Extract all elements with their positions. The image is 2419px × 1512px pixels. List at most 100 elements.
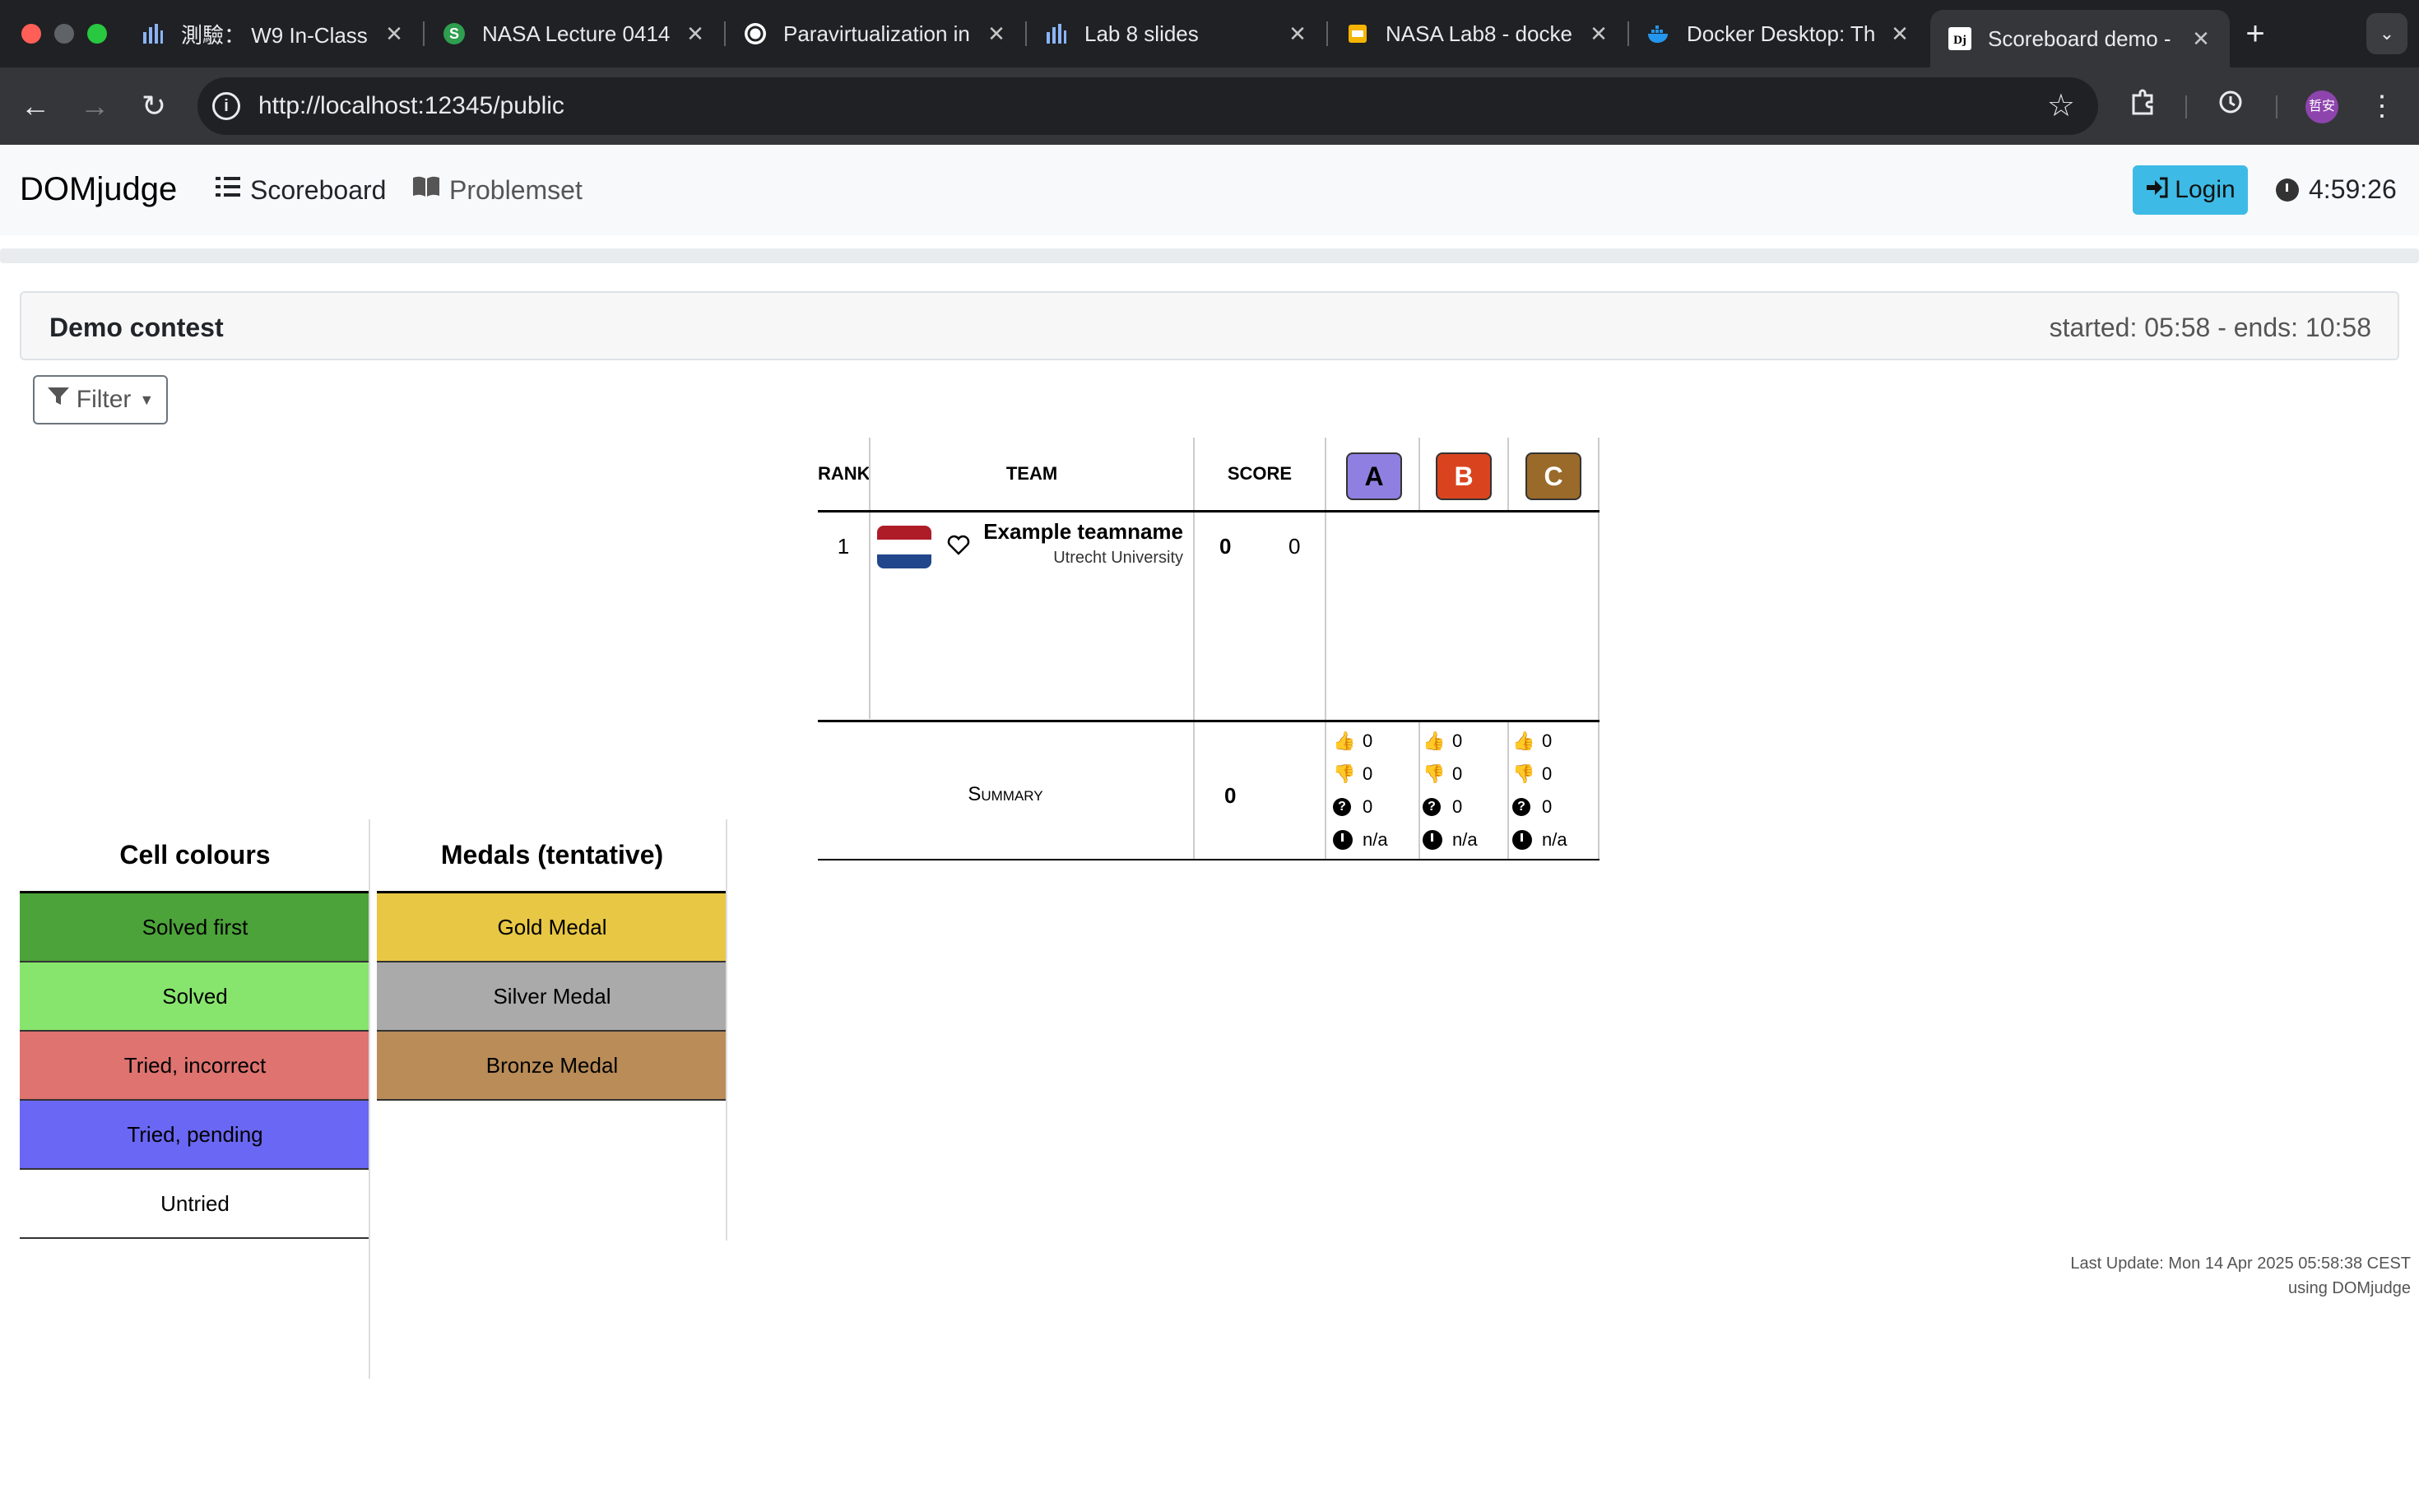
header-team: TEAM	[1005, 463, 1058, 484]
docker-icon	[1646, 21, 1672, 47]
caret-down-icon: ▼	[139, 391, 155, 408]
contest-header-card: Demo contest started: 05:58 - ends: 10:5…	[20, 291, 2399, 360]
summary-a-first: n/a	[1333, 829, 1388, 851]
tab-close-icon[interactable]: ✕	[1887, 21, 1912, 47]
table-row[interactable]: 1 Example teamname Utrecht University 0 …	[818, 513, 1600, 720]
problem-b-badge[interactable]: B	[1436, 452, 1492, 500]
tab-close-icon[interactable]: ✕	[1586, 21, 1611, 47]
tab-close-icon[interactable]: ✕	[2189, 26, 2213, 52]
tab-close-icon[interactable]: ✕	[1285, 21, 1310, 47]
summary-b-pending: ? 0	[1423, 796, 1462, 818]
team-affiliation: Utrecht University	[1053, 549, 1183, 567]
thumbs-up-icon: 👍	[1423, 730, 1446, 751]
kebab-menu-icon[interactable]: ⋮	[2363, 87, 2401, 125]
nav-problemset-link[interactable]: Problemset	[411, 174, 583, 206]
top-navbar: DOMjudge Scoreboard Problemset Login 4:5…	[0, 145, 2419, 235]
team-solved-count: 0	[1219, 534, 1232, 559]
legend-gold-medal: Gold Medal	[377, 893, 727, 962]
clock-icon	[1423, 830, 1442, 850]
medals-legend: Medals (tentative) Gold Medal Silver Med…	[377, 819, 727, 1101]
svg-text:Dj: Dj	[1953, 34, 1966, 47]
summary-rule	[818, 859, 1600, 860]
favourite-heart-icon[interactable]	[946, 532, 971, 557]
contest-times: started: 05:58 - ends: 10:58	[2049, 313, 2371, 342]
powered-by-text: using DOMjudge	[2288, 1279, 2411, 1297]
col-separator	[1418, 722, 1420, 860]
header-score: SCORE	[1227, 463, 1293, 484]
legend-solved-first: Solved first	[20, 893, 370, 962]
browser-tab-active[interactable]: Dj Scoreboard demo - ✕	[1930, 10, 2230, 67]
thumbs-down-icon: 👎	[1333, 763, 1356, 784]
team-name[interactable]: Example teamname	[983, 519, 1183, 545]
extensions-puzzle-icon[interactable]	[2124, 87, 2162, 125]
summary-a-pending: ? 0	[1333, 796, 1372, 818]
new-tab-button[interactable]: +	[2235, 13, 2276, 54]
sign-in-icon	[2145, 177, 2168, 204]
login-button[interactable]: Login	[2133, 165, 2248, 215]
browser-tab[interactable]: Paravirtualization in ✕	[726, 10, 1025, 58]
tab-close-icon[interactable]: ✕	[683, 21, 708, 47]
browser-tab[interactable]: Docker Desktop: Th ✕	[1629, 10, 1929, 58]
window-minimize-button[interactable]	[54, 24, 74, 44]
slides-s-icon: S	[441, 21, 467, 47]
browser-tab-strip: 測驗： W9 In-Class ✕ S NASA Lecture 0414 ✕ …	[0, 0, 2419, 67]
history-icon[interactable]	[2212, 87, 2250, 125]
legend-untried: Untried	[20, 1170, 370, 1239]
tab-title: Paravirtualization in	[783, 21, 970, 46]
problem-c-badge[interactable]: C	[1525, 452, 1581, 500]
bookmark-star-icon[interactable]: ☆	[2047, 87, 2075, 124]
thumbs-down-icon: 👎	[1423, 763, 1446, 784]
summary-a-correct: 👍 0	[1333, 730, 1373, 751]
legend-bronze-medal: Bronze Medal	[377, 1032, 727, 1101]
address-bar[interactable]: i http://localhost:12345/public ☆	[197, 77, 2098, 135]
login-label: Login	[2175, 176, 2236, 203]
window-close-button[interactable]	[21, 24, 41, 44]
legend-title: Cell colours	[20, 819, 370, 893]
col-separator	[1507, 438, 1509, 510]
legend-title: Medals (tentative)	[377, 819, 727, 893]
summary-score: 0	[1224, 783, 1237, 808]
list-ol-icon	[216, 174, 242, 206]
reload-icon[interactable]: ↻	[133, 86, 174, 127]
summary-c-pending: ? 0	[1512, 796, 1552, 818]
summary-b-correct: 👍 0	[1423, 730, 1463, 751]
summary-label: Summary	[968, 783, 1043, 805]
browser-tab[interactable]: S NASA Lecture 0414 ✕	[425, 10, 724, 58]
legend-tried-incorrect: Tried, incorrect	[20, 1032, 370, 1101]
tab-close-icon[interactable]: ✕	[984, 21, 1009, 47]
browser-tab[interactable]: 測驗： W9 In-Class ✕	[123, 10, 423, 58]
site-info-icon[interactable]: i	[212, 92, 240, 120]
summary-b-incorrect: 👎 0	[1423, 763, 1463, 784]
netherlands-flag-icon	[877, 526, 931, 568]
page-content: DOMjudge Scoreboard Problemset Login 4:5…	[0, 145, 2419, 1512]
summary-c-incorrect: 👎 0	[1512, 763, 1553, 784]
browser-tab[interactable]: NASA Lab8 - docke ✕	[1328, 10, 1627, 58]
problem-a-badge[interactable]: A	[1346, 452, 1402, 500]
legend-silver-medal: Silver Medal	[377, 962, 727, 1032]
tab-search-chevron-icon[interactable]: ⌄	[2366, 13, 2407, 54]
back-arrow-icon[interactable]: ←	[15, 86, 56, 127]
tab-title: 測驗： W9 In-Class	[181, 22, 368, 48]
nav-problemset-label: Problemset	[449, 174, 583, 205]
clock-icon	[2276, 178, 2299, 202]
legend-divider	[369, 819, 370, 1379]
contest-clock: 4:59:26	[2276, 174, 2397, 205]
window-zoom-button[interactable]	[87, 24, 107, 44]
legend-solved: Solved	[20, 962, 370, 1032]
col-separator	[1418, 438, 1420, 510]
contest-name: Demo contest	[49, 313, 224, 342]
book-open-icon	[411, 174, 441, 206]
filter-funnel-icon	[47, 386, 70, 414]
summary-c-correct: 👍 0	[1512, 730, 1553, 751]
clock-time: 4:59:26	[2309, 174, 2397, 204]
filter-label: Filter	[76, 386, 132, 413]
tab-close-icon[interactable]: ✕	[382, 21, 406, 47]
filter-dropdown-button[interactable]: Filter ▼	[33, 375, 168, 424]
bar-chart-icon	[1043, 21, 1070, 47]
brand-logo[interactable]: DOMjudge	[20, 171, 177, 208]
forward-arrow-icon[interactable]: →	[74, 86, 115, 127]
nav-scoreboard-link[interactable]: Scoreboard	[216, 174, 386, 206]
profile-avatar[interactable]: 哲安	[2305, 90, 2338, 123]
browser-tab[interactable]: Lab 8 slides ✕	[1027, 10, 1326, 58]
address-url[interactable]: http://localhost:12345/public	[258, 92, 564, 120]
